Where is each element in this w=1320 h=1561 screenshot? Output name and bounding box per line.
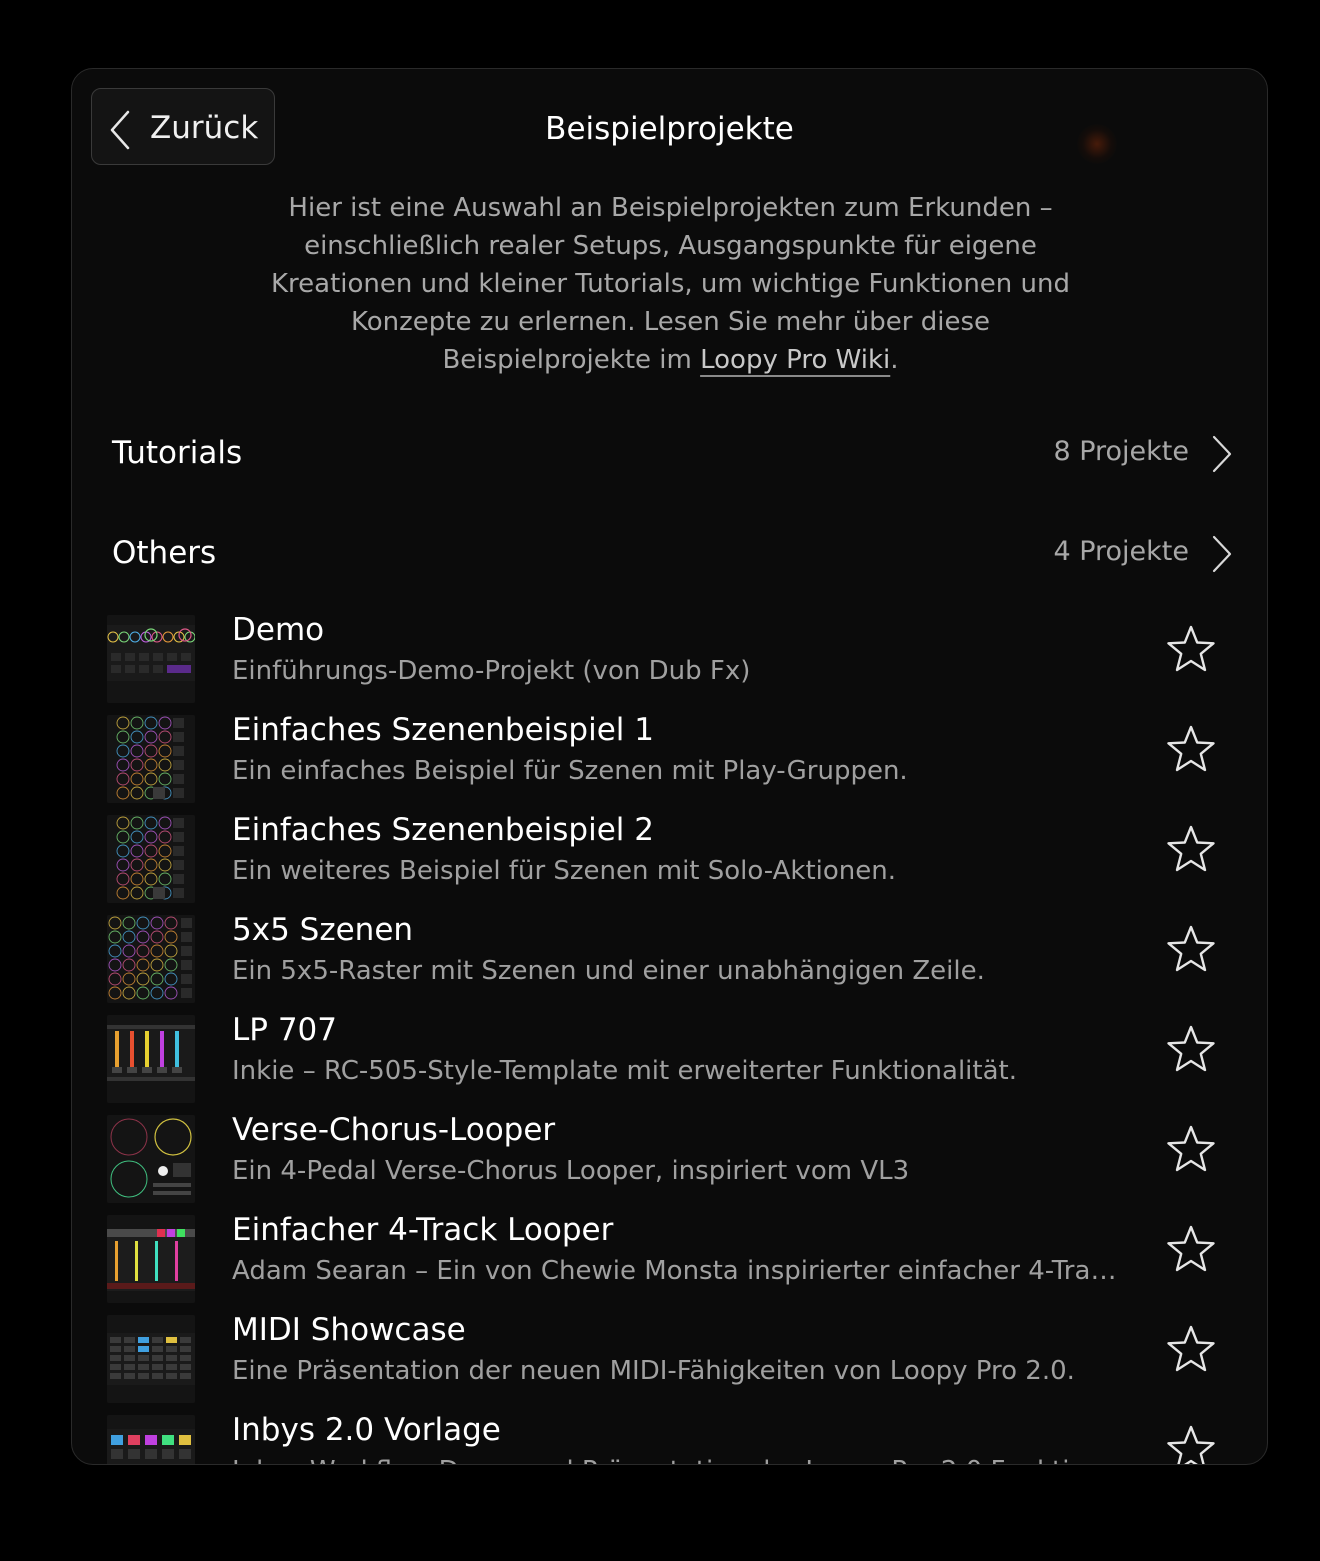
project-thumbnail (107, 615, 195, 703)
project-description: Adam Searan – Ein von Chewie Monsta insp… (232, 1256, 1127, 1286)
project-description: Ein einfaches Beispiel für Szenen mit Pl… (232, 756, 908, 786)
project-title: Einfacher 4-Track Looper (232, 1212, 614, 1248)
chevron-right-icon (1212, 535, 1232, 573)
project-thumbnail (107, 915, 195, 1003)
star-icon[interactable] (1165, 924, 1217, 974)
project-thumbnail (107, 715, 195, 803)
wiki-link[interactable]: Loopy Pro Wiki (700, 345, 890, 375)
section-count: 4 Projekte (1053, 536, 1189, 567)
project-row[interactable]: Demo Einführungs-Demo-Projekt (von Dub Fx… (72, 603, 1267, 703)
intro-text-after: . (890, 345, 899, 375)
section-tutorials[interactable]: Tutorials 8 Projekte (72, 423, 1267, 483)
section-title: Others (112, 535, 217, 571)
project-row[interactable]: Einfacher 4-Track Looper Adam Searan – Ei… (72, 1203, 1267, 1303)
star-icon[interactable] (1165, 1324, 1217, 1374)
project-thumbnail (107, 1315, 195, 1403)
project-description: Ein 5x5-Raster mit Szenen und einer unab… (232, 956, 985, 986)
project-thumbnail (107, 1415, 195, 1464)
star-icon[interactable] (1165, 1024, 1217, 1074)
project-title: Einfaches Szenenbeispiel 2 (232, 812, 654, 848)
project-title: Demo (232, 612, 325, 648)
project-description: Ein 4-Pedal Verse-Chorus Looper, inspiri… (232, 1156, 910, 1186)
project-thumbnail (107, 1215, 195, 1303)
project-description: Inkie – RC-505-Style-Template mit erweit… (232, 1056, 1017, 1086)
project-row[interactable]: MIDI Showcase Eine Präsentation der neuen… (72, 1303, 1267, 1403)
project-description: Einführungs-Demo-Projekt (von Dub Fx) (232, 656, 751, 686)
star-icon[interactable] (1165, 1424, 1217, 1464)
chevron-right-icon (1212, 435, 1232, 473)
project-row[interactable]: LP 707 Inkie – RC-505-Style-Template mit … (72, 1003, 1267, 1103)
section-count: 8 Projekte (1053, 436, 1189, 467)
project-title: Inbys 2.0 Vorlage (232, 1412, 501, 1448)
section-others[interactable]: Others 4 Projekte (72, 523, 1267, 583)
project-description: Inbys Workflow-Demo und Präsentation der… (232, 1453, 1127, 1464)
star-icon[interactable] (1165, 824, 1217, 874)
section-title: Tutorials (112, 435, 243, 471)
project-row[interactable]: Einfaches Szenenbeispiel 2 Ein weiteres B… (72, 803, 1267, 903)
intro-text: Hier ist eine Auswahl an Beispielprojekt… (252, 189, 1089, 379)
star-icon[interactable] (1165, 1124, 1217, 1174)
project-row[interactable]: Inbys 2.0 Vorlage Inbys Workflow-Demo und… (72, 1403, 1267, 1464)
project-thumbnail (107, 1115, 195, 1203)
star-icon[interactable] (1165, 1224, 1217, 1274)
project-description: Ein weiteres Beispiel für Szenen mit Sol… (232, 856, 896, 886)
example-projects-panel: Zurück Beispielprojekte Hier ist eine Au… (71, 68, 1268, 1465)
project-title: 5x5 Szenen (232, 912, 414, 948)
intro-text-before: Hier ist eine Auswahl an Beispielprojekt… (270, 193, 1071, 375)
star-icon[interactable] (1165, 624, 1217, 674)
project-thumbnail (107, 815, 195, 903)
star-icon[interactable] (1165, 724, 1217, 774)
project-description: Eine Präsentation der neuen MIDI-Fähigke… (232, 1356, 1075, 1386)
project-title: Verse-Chorus-Looper (232, 1112, 556, 1148)
project-row[interactable]: Verse-Chorus-Looper Ein 4-Pedal Verse-Cho… (72, 1103, 1267, 1203)
project-row[interactable]: 5x5 Szenen Ein 5x5-Raster mit Szenen und … (72, 903, 1267, 1003)
project-title: Einfaches Szenenbeispiel 1 (232, 712, 654, 748)
project-thumbnail (107, 1015, 195, 1103)
page-title: Beispielprojekte (545, 111, 794, 147)
project-title: MIDI Showcase (232, 1312, 466, 1348)
project-title: LP 707 (232, 1012, 337, 1048)
project-row[interactable]: Einfaches Szenenbeispiel 1 Ein einfaches … (72, 703, 1267, 803)
